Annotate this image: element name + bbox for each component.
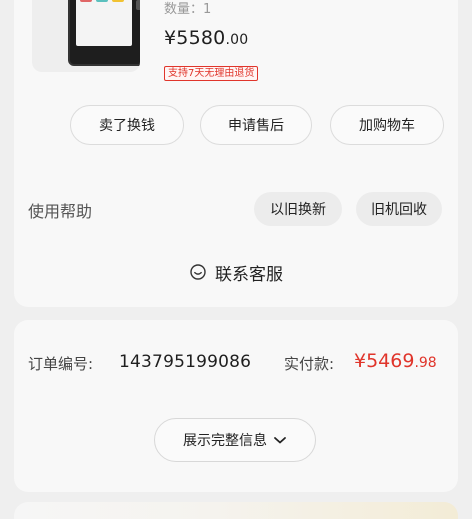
price-main: ¥5580 bbox=[164, 27, 226, 49]
product-price: ¥5580.00 bbox=[164, 27, 248, 49]
order-info-card: 订单编号: 143795199086 实付款: ¥5469.98 展示完整信息 bbox=[14, 320, 458, 492]
price-decimal: .00 bbox=[225, 32, 249, 48]
product-image[interactable] bbox=[32, 0, 140, 72]
add-to-cart-button[interactable]: 加购物车 bbox=[330, 105, 444, 145]
order-item-card: 数量：1 ¥5580.00 支持7天无理由退货 卖了换钱 申请售后 加购物车 使… bbox=[14, 0, 458, 307]
show-full-info-label: 展示完整信息 bbox=[183, 433, 267, 449]
contact-service-button[interactable]: 联系客服 bbox=[14, 260, 458, 285]
paid-decimal: .98 bbox=[414, 355, 437, 371]
show-full-info-button[interactable]: 展示完整信息 bbox=[154, 418, 316, 462]
paid-main: ¥5469 bbox=[354, 350, 415, 372]
order-number-label: 订单编号: bbox=[28, 355, 94, 373]
chat-smile-icon bbox=[190, 264, 206, 280]
contact-service-label: 联系客服 bbox=[215, 264, 283, 285]
trade-in-chip[interactable]: 以旧换新 bbox=[254, 192, 342, 226]
paid-amount: ¥5469.98 bbox=[354, 350, 437, 372]
usage-help-label: 使用帮助 bbox=[28, 202, 93, 221]
paid-amount-label: 实付款: bbox=[284, 355, 335, 373]
device-illustration bbox=[68, 0, 140, 66]
order-number[interactable]: 143795199086 bbox=[119, 352, 251, 372]
next-card-peek bbox=[14, 502, 458, 519]
quantity-text: 数量：1 bbox=[164, 2, 212, 17]
after-sale-button[interactable]: 申请售后 bbox=[200, 105, 312, 145]
chevron-down-icon bbox=[274, 437, 286, 444]
return-policy-badge: 支持7天无理由退货 bbox=[164, 66, 259, 81]
sell-for-cash-button[interactable]: 卖了换钱 bbox=[70, 105, 184, 145]
recycle-chip[interactable]: 旧机回收 bbox=[356, 192, 442, 226]
